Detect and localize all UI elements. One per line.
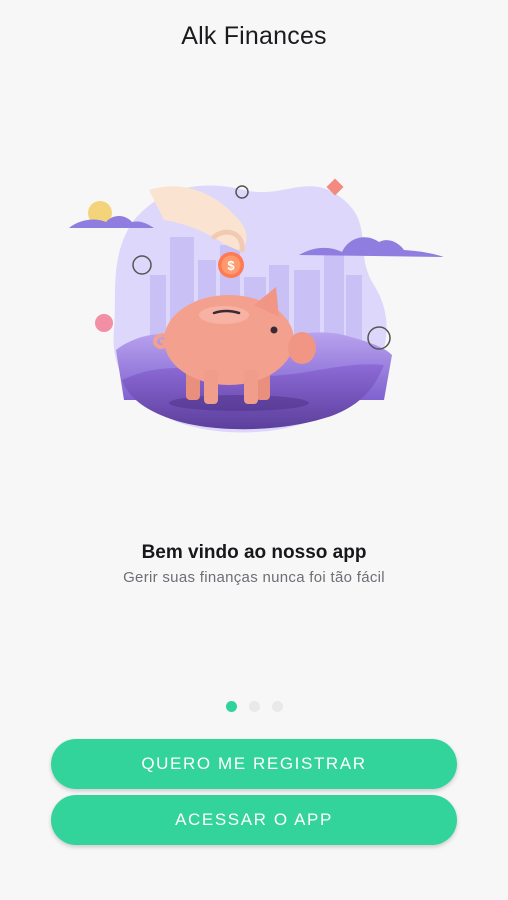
page-dot[interactable] <box>248 701 260 712</box>
access-app-button[interactable]: ACESSAR O APP <box>51 795 457 845</box>
piggy-bank-illustration: $ <box>69 178 444 433</box>
app-title: Alk Finances <box>181 22 327 50</box>
page-dot[interactable] <box>271 701 283 712</box>
page-dot-active[interactable] <box>225 701 237 712</box>
dot-decoration <box>95 314 113 332</box>
register-button[interactable]: QUERO ME REGISTRAR <box>51 739 457 789</box>
coin-icon: $ <box>218 252 244 278</box>
svg-text:$: $ <box>227 258 235 273</box>
page-indicator <box>0 701 508 712</box>
welcome-title: Bem vindo ao nosso app <box>141 542 367 563</box>
welcome-subtitle: Gerir suas finanças nunca foi tão fácil <box>123 569 385 586</box>
